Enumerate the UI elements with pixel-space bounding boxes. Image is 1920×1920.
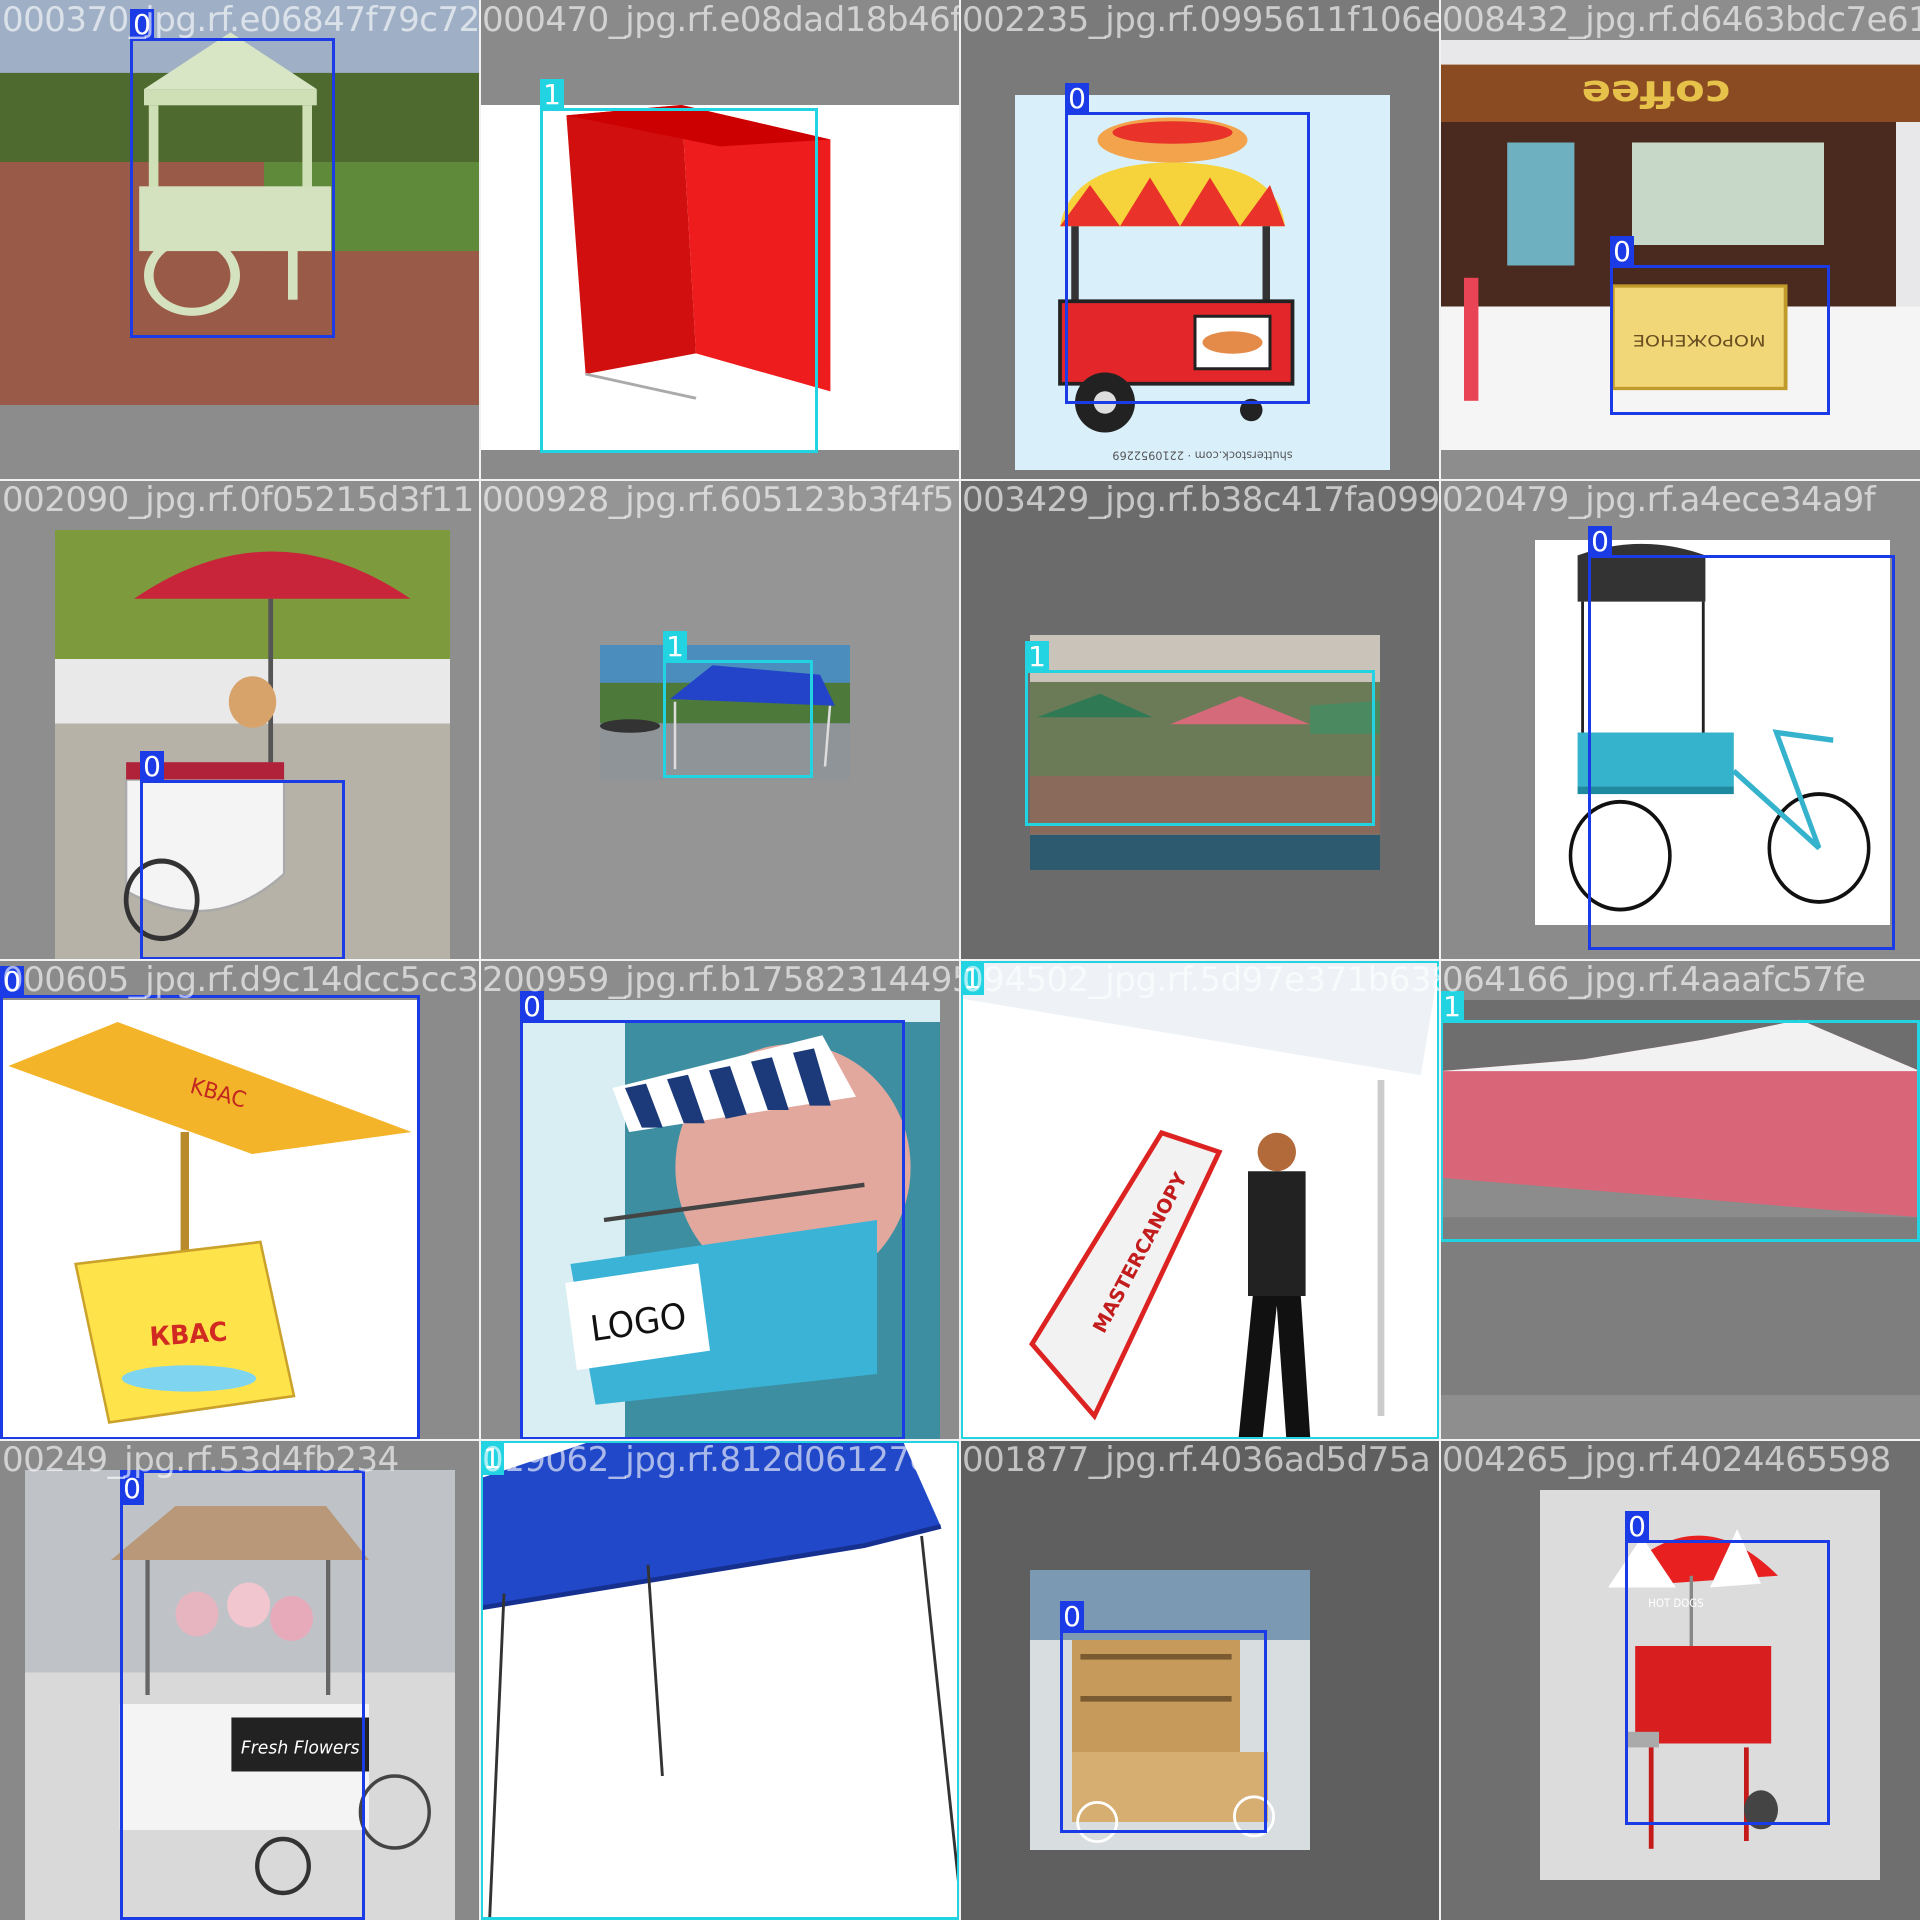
bounding-box: 0 bbox=[520, 991, 905, 1440]
bounding-box: 1 bbox=[480, 1440, 960, 1920]
bounding-box: 0 bbox=[1625, 1511, 1830, 1825]
mosaic-tile: 1 000928_jpg.rf.605123b3f4f5 bbox=[480, 480, 960, 960]
mosaic-tile: HOT DOGS 0 004265_jpg.rf.4024465598 bbox=[1440, 1440, 1920, 1920]
filename-label: 020479_jpg.rf.a4ece34a9f bbox=[1442, 480, 1876, 520]
bounding-box: 1 bbox=[960, 960, 1440, 1440]
bounding-box: 1 bbox=[540, 79, 818, 453]
mosaic-tile: 0 001877_jpg.rf.4036ad5d75a bbox=[960, 1440, 1440, 1920]
class-label: 0 bbox=[1625, 1511, 1649, 1543]
filename-label: 004265_jpg.rf.4024465598 bbox=[1442, 1440, 1891, 1480]
class-label: 0 bbox=[120, 1473, 144, 1505]
mosaic-tile: 1 019062_jpg.rf.812d06127e bbox=[480, 1440, 960, 1920]
mosaic-tile: 0 020479_jpg.rf.a4ece34a9f bbox=[1440, 480, 1920, 960]
class-label: 0 bbox=[0, 966, 24, 998]
bounding-box: 0 bbox=[1065, 83, 1310, 404]
class-label: 0 bbox=[1065, 83, 1089, 115]
filename-label: 000928_jpg.rf.605123b3f4f5 bbox=[482, 480, 954, 520]
bounding-box: 0 bbox=[1610, 236, 1830, 415]
mosaic-tile: 1 003429_jpg.rf.b38c417fa099 bbox=[960, 480, 1440, 960]
filename-label: 000605_jpg.rf.d9c14dcc5cc3 bbox=[2, 960, 479, 1000]
svg-text:coffee: coffee bbox=[1582, 72, 1731, 114]
class-label: 1 bbox=[480, 1443, 504, 1475]
mosaic-tile: Fresh Flowers 0 00249_jpg.rf.53d4fb234 bbox=[0, 1440, 480, 1920]
class-label: 1 bbox=[960, 963, 984, 995]
mosaic-tile: 0 002090_jpg.rf.0f05215d3f11 bbox=[0, 480, 480, 960]
class-label: 0 bbox=[130, 9, 154, 41]
filename-label: 000470_jpg.rf.e08dad18b46fa bbox=[482, 0, 960, 40]
class-label: 1 bbox=[1440, 991, 1464, 1023]
filename-label: 001877_jpg.rf.4036ad5d75a bbox=[962, 1440, 1431, 1480]
mosaic-tile: coffee МОРОЖЕНОЕ 0 008432_jpg.rf.d6463bdc7… bbox=[1440, 0, 1920, 480]
filename-label: 064166_jpg.rf.4aaafc57fe bbox=[1442, 960, 1866, 1000]
class-label: 1 bbox=[540, 79, 564, 111]
class-label: 0 bbox=[1610, 236, 1634, 268]
mosaic-tile: 1 064166_jpg.rf.4aaafc57fe bbox=[1440, 960, 1920, 1440]
filename-label: 002235_jpg.rf.0995611f106e95 bbox=[962, 0, 1440, 40]
grid-divider bbox=[0, 959, 1920, 961]
mosaic-grid: 0 000370_jpg.rf.e06847f79c72 1 000470_jpg.… bbox=[0, 0, 1920, 1920]
filename-label: 008432_jpg.rf.d6463bdc7e61 bbox=[1442, 0, 1920, 40]
filename-label: 003429_jpg.rf.b38c417fa099 bbox=[962, 480, 1440, 520]
bounding-box: 0 bbox=[1588, 526, 1895, 950]
mosaic-tile: KBAC КВАС 0 000605_jpg.rf.d9c14dcc5cc3 bbox=[0, 960, 480, 1440]
filename-label: 002090_jpg.rf.0f05215d3f11 bbox=[2, 480, 474, 520]
svg-text:shutterstock.com · 2210952269: shutterstock.com · 2210952269 bbox=[1112, 448, 1292, 461]
class-label: 0 bbox=[140, 751, 164, 783]
mosaic-tile: shutterstock.com · 2210952269 0 002235_jpg… bbox=[960, 0, 1440, 480]
grid-divider bbox=[1439, 0, 1441, 1920]
bounding-box: 1 bbox=[1025, 641, 1375, 826]
bounding-box: 0 bbox=[140, 751, 345, 960]
bounding-box: 1 bbox=[1440, 991, 1920, 1242]
class-label: 0 bbox=[1588, 526, 1612, 558]
bounding-box: 0 bbox=[1060, 1601, 1267, 1833]
grid-divider bbox=[0, 1439, 1920, 1441]
bounding-box: 0 bbox=[120, 1470, 365, 1920]
mosaic-tile: 0 000370_jpg.rf.e06847f79c72 bbox=[0, 0, 480, 480]
bounding-box: 0 bbox=[0, 966, 420, 1440]
class-label: 0 bbox=[520, 991, 544, 1023]
bounding-box: 1 bbox=[663, 631, 813, 778]
mosaic-tile: MASTERCANOPY 1 094502_jpg.rf.5d97e371b638 bbox=[960, 960, 1440, 1440]
mosaic-tile: LOGO 0 200959_jpg.rf.b17582314495 bbox=[480, 960, 960, 1440]
class-label: 1 bbox=[1025, 641, 1049, 673]
bounding-box: 0 bbox=[130, 9, 335, 338]
class-label: 0 bbox=[1060, 1601, 1084, 1633]
mosaic-tile: 1 000470_jpg.rf.e08dad18b46fa bbox=[480, 0, 960, 480]
class-label: 1 bbox=[663, 631, 687, 663]
filename-label: 200959_jpg.rf.b17582314495 bbox=[482, 960, 960, 1000]
